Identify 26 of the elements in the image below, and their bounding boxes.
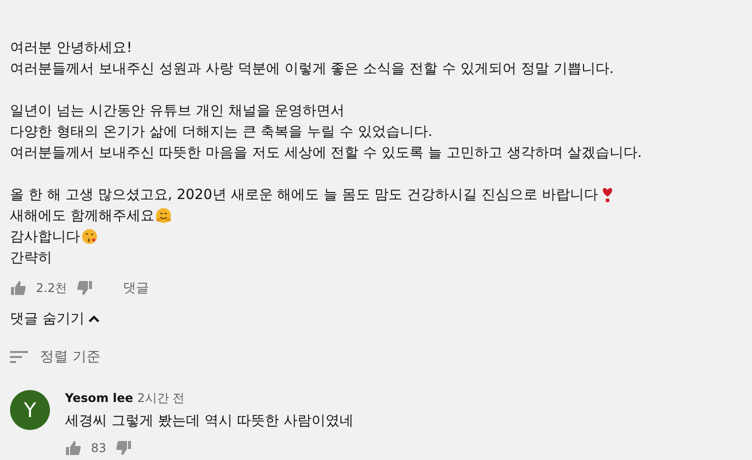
kissing-face-icon — [81, 228, 98, 245]
like-count: 2.2천 — [36, 280, 68, 296]
comment-text-line: 올 한 해 고생 많으셨고요, 2020년 새로운 해에도 늘 몸도 맘도 건강하시길 진심으로 바랍니다 — [10, 186, 598, 204]
author-name[interactable]: Yesom lee — [65, 391, 134, 405]
show-less-link[interactable]: 간략히 — [10, 250, 52, 266]
comment-text-line: 일년이 넘는 시간동안 유튜브 개인 채널을 운영하면서 — [10, 102, 345, 120]
comment-text-line: 여러분들께서 보내주신 따뜻한 마음을 저도 세상에 전할 수 있도록 늘 고민하고 생각하며 살겠습니다. — [10, 144, 642, 162]
comment-text-line: 새해에도 함께해주세요 — [10, 206, 154, 224]
reply-text: 세경씨 그렇게 봤는데 역시 따뜻한 사람이였네 — [65, 412, 354, 430]
thumbs-down-icon[interactable] — [116, 440, 132, 456]
comment-text-line: 여러분 안녕하세요! — [10, 38, 132, 56]
comment-text-line: 감사합니다 — [10, 228, 80, 246]
comment-text-line: 여러분들께서 보내주신 성원과 사랑 덕분에 이렇게 좋은 소식을 전할 수 있게되어 정말 기쁩니다. — [10, 60, 614, 78]
hugging-face-icon — [155, 207, 172, 224]
sort-button[interactable]: 정렬 기준 — [10, 348, 100, 366]
thumbs-down-icon[interactable] — [77, 280, 94, 296]
comment-time[interactable]: 2시간 전 — [137, 390, 185, 407]
hide-replies-button[interactable]: 댓글 숨기기 — [10, 310, 100, 328]
sort-icon — [10, 351, 28, 363]
chevron-up-icon — [88, 315, 100, 323]
reply-button[interactable]: 댓글 — [123, 279, 150, 297]
avatar[interactable]: Y — [10, 390, 50, 430]
comment-text-line: 다양한 형태의 온기가 삶에 더해지는 큰 축복을 누릴 수 있었습니다. — [10, 122, 433, 140]
thumbs-up-icon[interactable] — [10, 280, 26, 296]
like-count: 83 — [91, 441, 106, 455]
thumbs-up-icon[interactable] — [65, 440, 81, 456]
